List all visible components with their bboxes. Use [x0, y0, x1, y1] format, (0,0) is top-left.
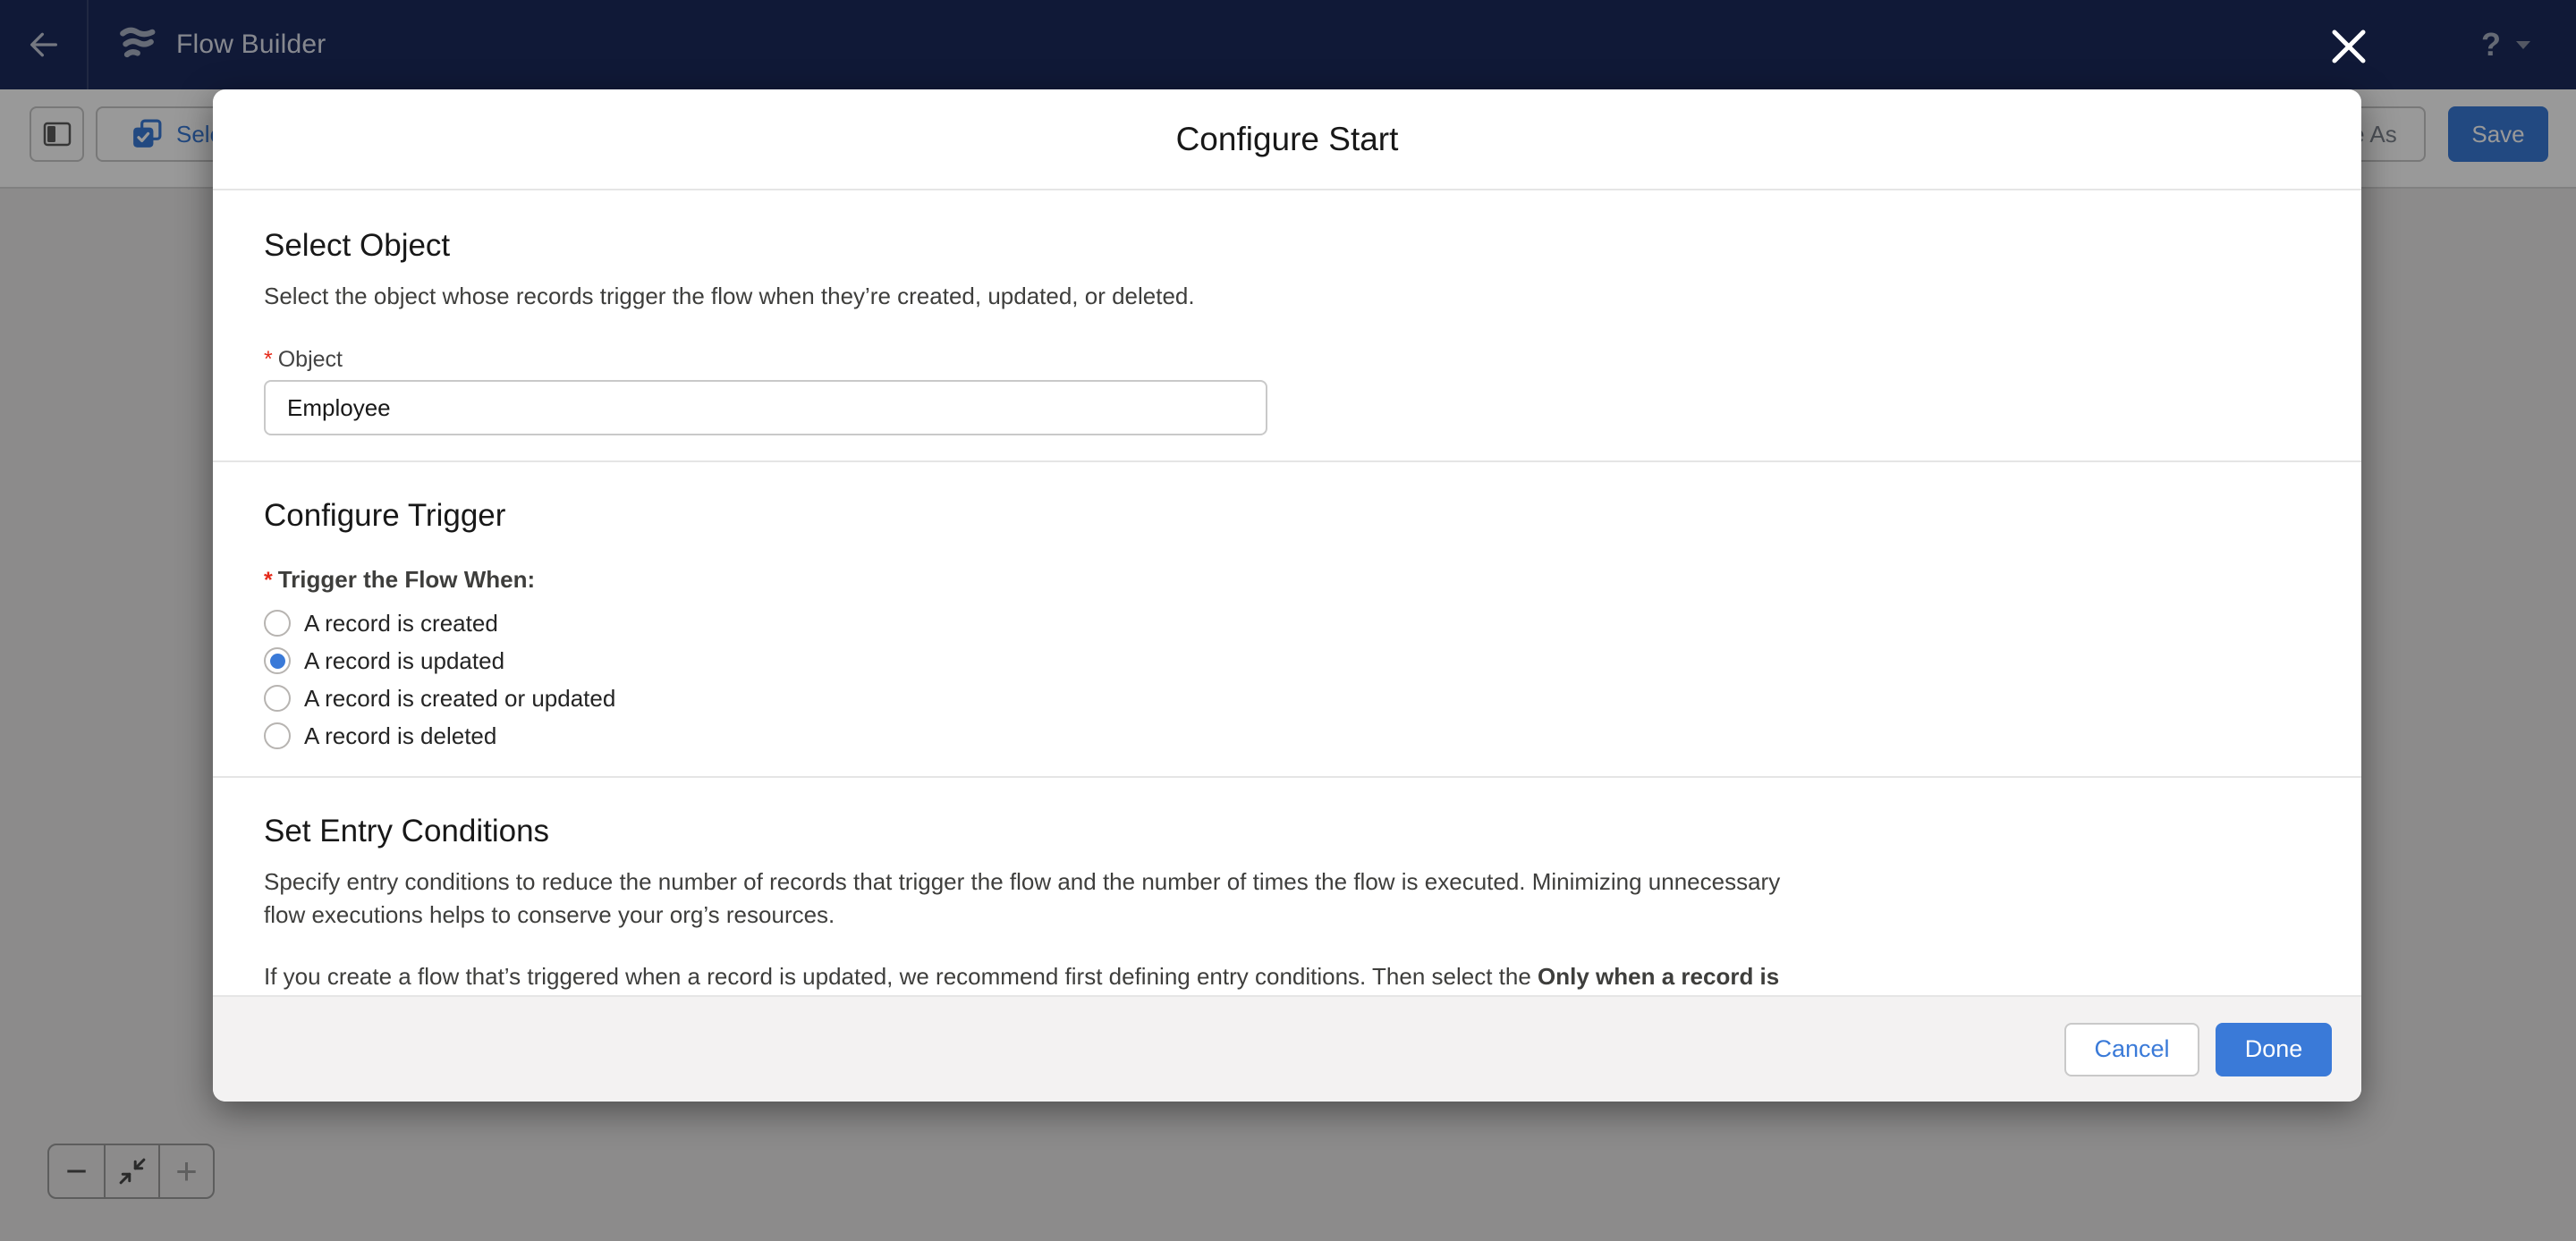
- modal-title: Configure Start: [1176, 121, 1399, 158]
- entry-conditions-paragraph-2: If you create a flow that’s triggered wh…: [264, 960, 2310, 995]
- object-input[interactable]: [264, 380, 1267, 435]
- entry-conditions-heading: Set Entry Conditions: [264, 812, 2310, 851]
- radio-icon: [264, 685, 291, 712]
- radio-record-deleted[interactable]: A record is deleted: [264, 717, 2310, 755]
- required-asterisk: *: [264, 347, 273, 372]
- modal-content: Select Object Select the object whose re…: [213, 190, 2361, 995]
- configure-start-modal: Configure Start Select Object Select the…: [213, 89, 2361, 1102]
- entry-conditions-section: Set Entry Conditions Specify entry condi…: [213, 778, 2361, 995]
- configure-trigger-heading: Configure Trigger: [264, 496, 2310, 536]
- modal-footer: Cancel Done: [213, 995, 2361, 1102]
- close-icon: [2329, 27, 2368, 66]
- entry-conditions-paragraph-1: Specify entry conditions to reduce the n…: [264, 865, 2310, 932]
- object-field-label: *Object: [264, 347, 2310, 373]
- radio-record-created-or-updated[interactable]: A record is created or updated: [264, 680, 2310, 717]
- modal-titlebar: Configure Start: [213, 89, 2361, 190]
- radio-icon: [264, 722, 291, 749]
- select-object-description: Select the object whose records trigger …: [264, 280, 2310, 313]
- radio-record-updated[interactable]: A record is updated: [264, 642, 2310, 680]
- configure-trigger-section: Configure Trigger *Trigger the Flow When…: [213, 462, 2361, 778]
- radio-icon: [264, 610, 291, 637]
- trigger-radio-group: A record is created A record is updated …: [264, 604, 2310, 755]
- radio-record-created[interactable]: A record is created: [264, 604, 2310, 642]
- required-asterisk: *: [264, 568, 273, 593]
- select-object-heading: Select Object: [264, 226, 2310, 266]
- modal-close-button[interactable]: [2324, 21, 2374, 72]
- trigger-when-label: *Trigger the Flow When:: [264, 566, 2310, 594]
- select-object-section: Select Object Select the object whose re…: [213, 190, 2361, 462]
- radio-selected-icon: [264, 647, 291, 674]
- done-button[interactable]: Done: [2216, 1023, 2332, 1076]
- cancel-button[interactable]: Cancel: [2064, 1023, 2199, 1076]
